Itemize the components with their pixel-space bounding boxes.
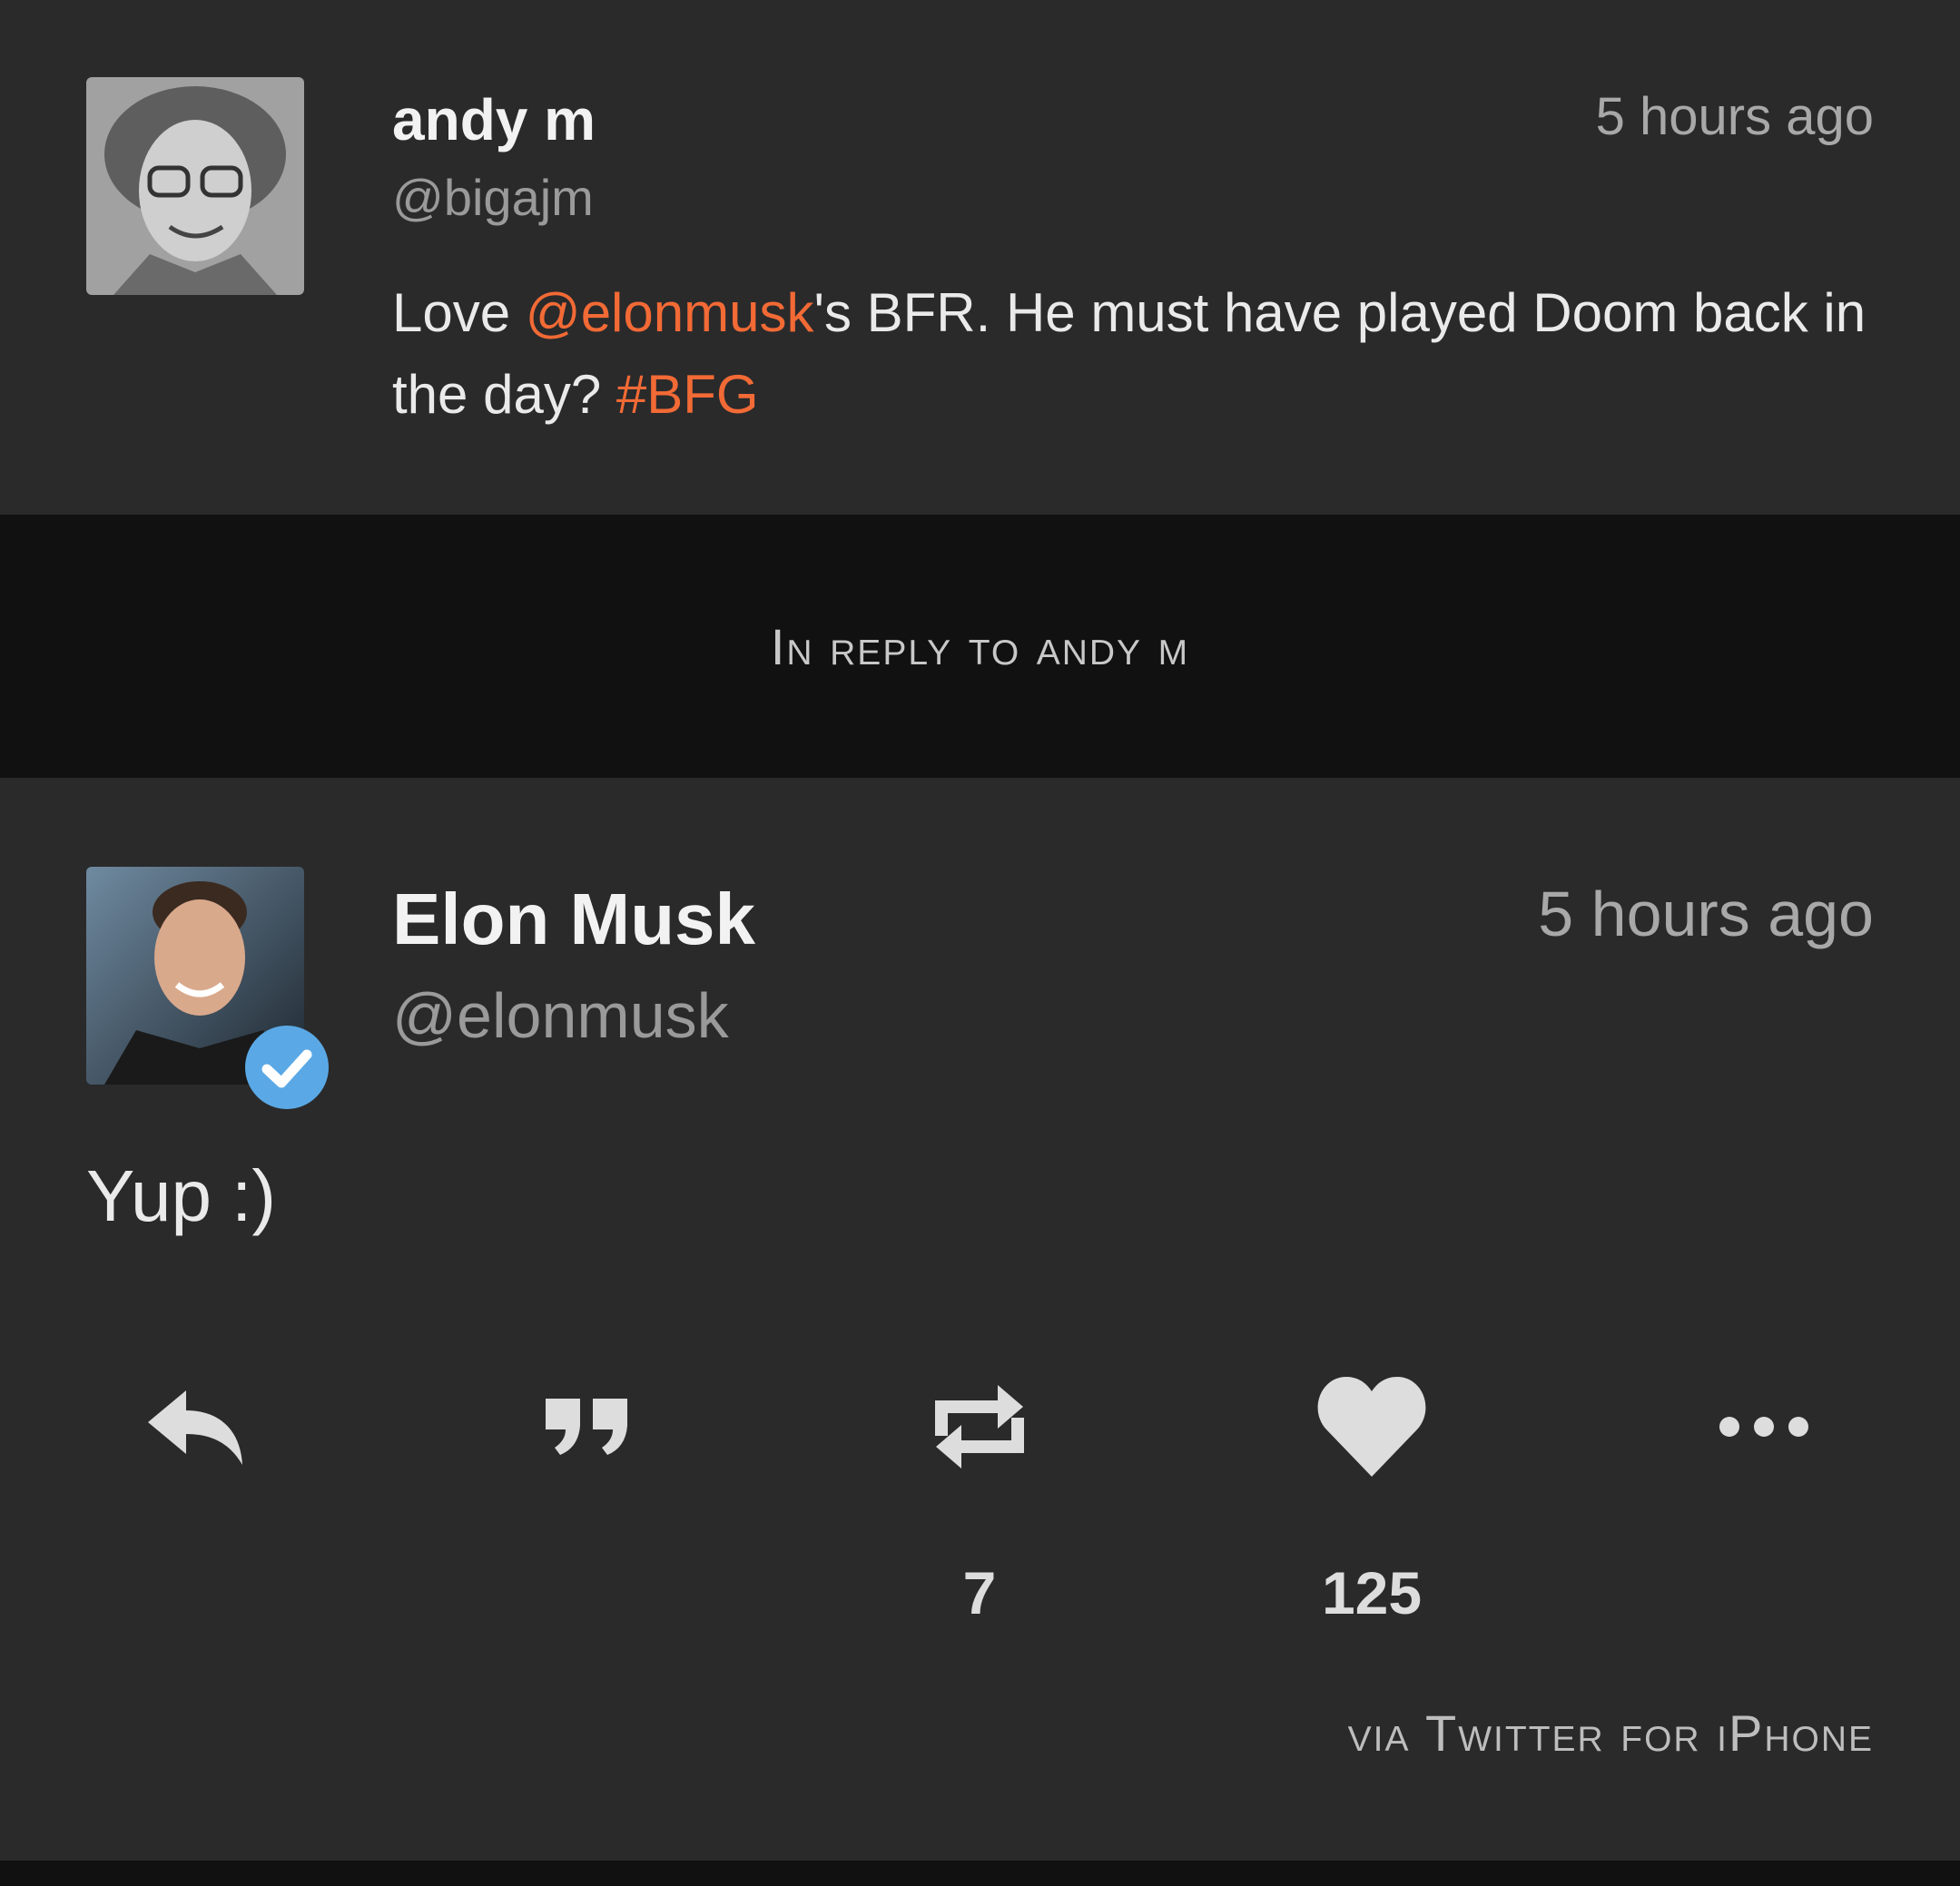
tweet-detail-screen: andy m @bigajm 5 hours ago Love @elonmus… bbox=[0, 0, 1960, 1886]
tweet-text: Yup :) bbox=[86, 1155, 277, 1236]
author-name[interactable]: andy m bbox=[392, 86, 596, 153]
tweet-text-part: Love bbox=[392, 282, 526, 343]
reply-banner-label: In reply to andy m bbox=[770, 617, 1190, 675]
verified-icon bbox=[245, 1026, 329, 1109]
retweet-icon bbox=[921, 1368, 1039, 1486]
tweet-timestamp: 5 hours ago bbox=[1538, 879, 1874, 949]
author-handle[interactable]: @elonmusk bbox=[392, 979, 729, 1052]
quote-button[interactable] bbox=[497, 1368, 678, 1640]
reply-banner: In reply to andy m bbox=[0, 515, 1960, 778]
author-handle[interactable]: @bigajm bbox=[392, 168, 594, 227]
more-icon bbox=[1705, 1368, 1823, 1486]
reply-button[interactable] bbox=[104, 1368, 286, 1640]
main-tweet: Elon Musk @elonmusk 5 hours ago Yup :) 7… bbox=[0, 778, 1960, 1861]
reply-icon bbox=[136, 1368, 254, 1486]
tweet-text: Love @elonmusk's BFR. He must have playe… bbox=[392, 272, 1872, 436]
tweet-timestamp: 5 hours ago bbox=[1595, 87, 1874, 146]
heart-icon bbox=[1313, 1368, 1431, 1486]
mention-link[interactable]: @elonmusk bbox=[526, 282, 814, 343]
like-button[interactable]: 125 bbox=[1281, 1368, 1463, 1640]
retweet-count: 7 bbox=[962, 1559, 997, 1626]
hashtag-link[interactable]: #BFG bbox=[616, 364, 759, 425]
more-button[interactable] bbox=[1673, 1368, 1855, 1640]
tweet-source[interactable]: via Twitter for iPhone bbox=[1348, 1704, 1874, 1763]
avatar-andy-m[interactable] bbox=[86, 77, 304, 295]
author-name[interactable]: Elon Musk bbox=[392, 878, 755, 961]
tweet-actions-bar: 7 125 bbox=[0, 1368, 1960, 1640]
retweet-button[interactable]: 7 bbox=[889, 1368, 1070, 1640]
original-tweet[interactable]: andy m @bigajm 5 hours ago Love @elonmus… bbox=[0, 0, 1960, 515]
avatar-elon-musk[interactable] bbox=[86, 867, 329, 1109]
quote-icon bbox=[528, 1368, 646, 1486]
like-count: 125 bbox=[1321, 1559, 1423, 1626]
